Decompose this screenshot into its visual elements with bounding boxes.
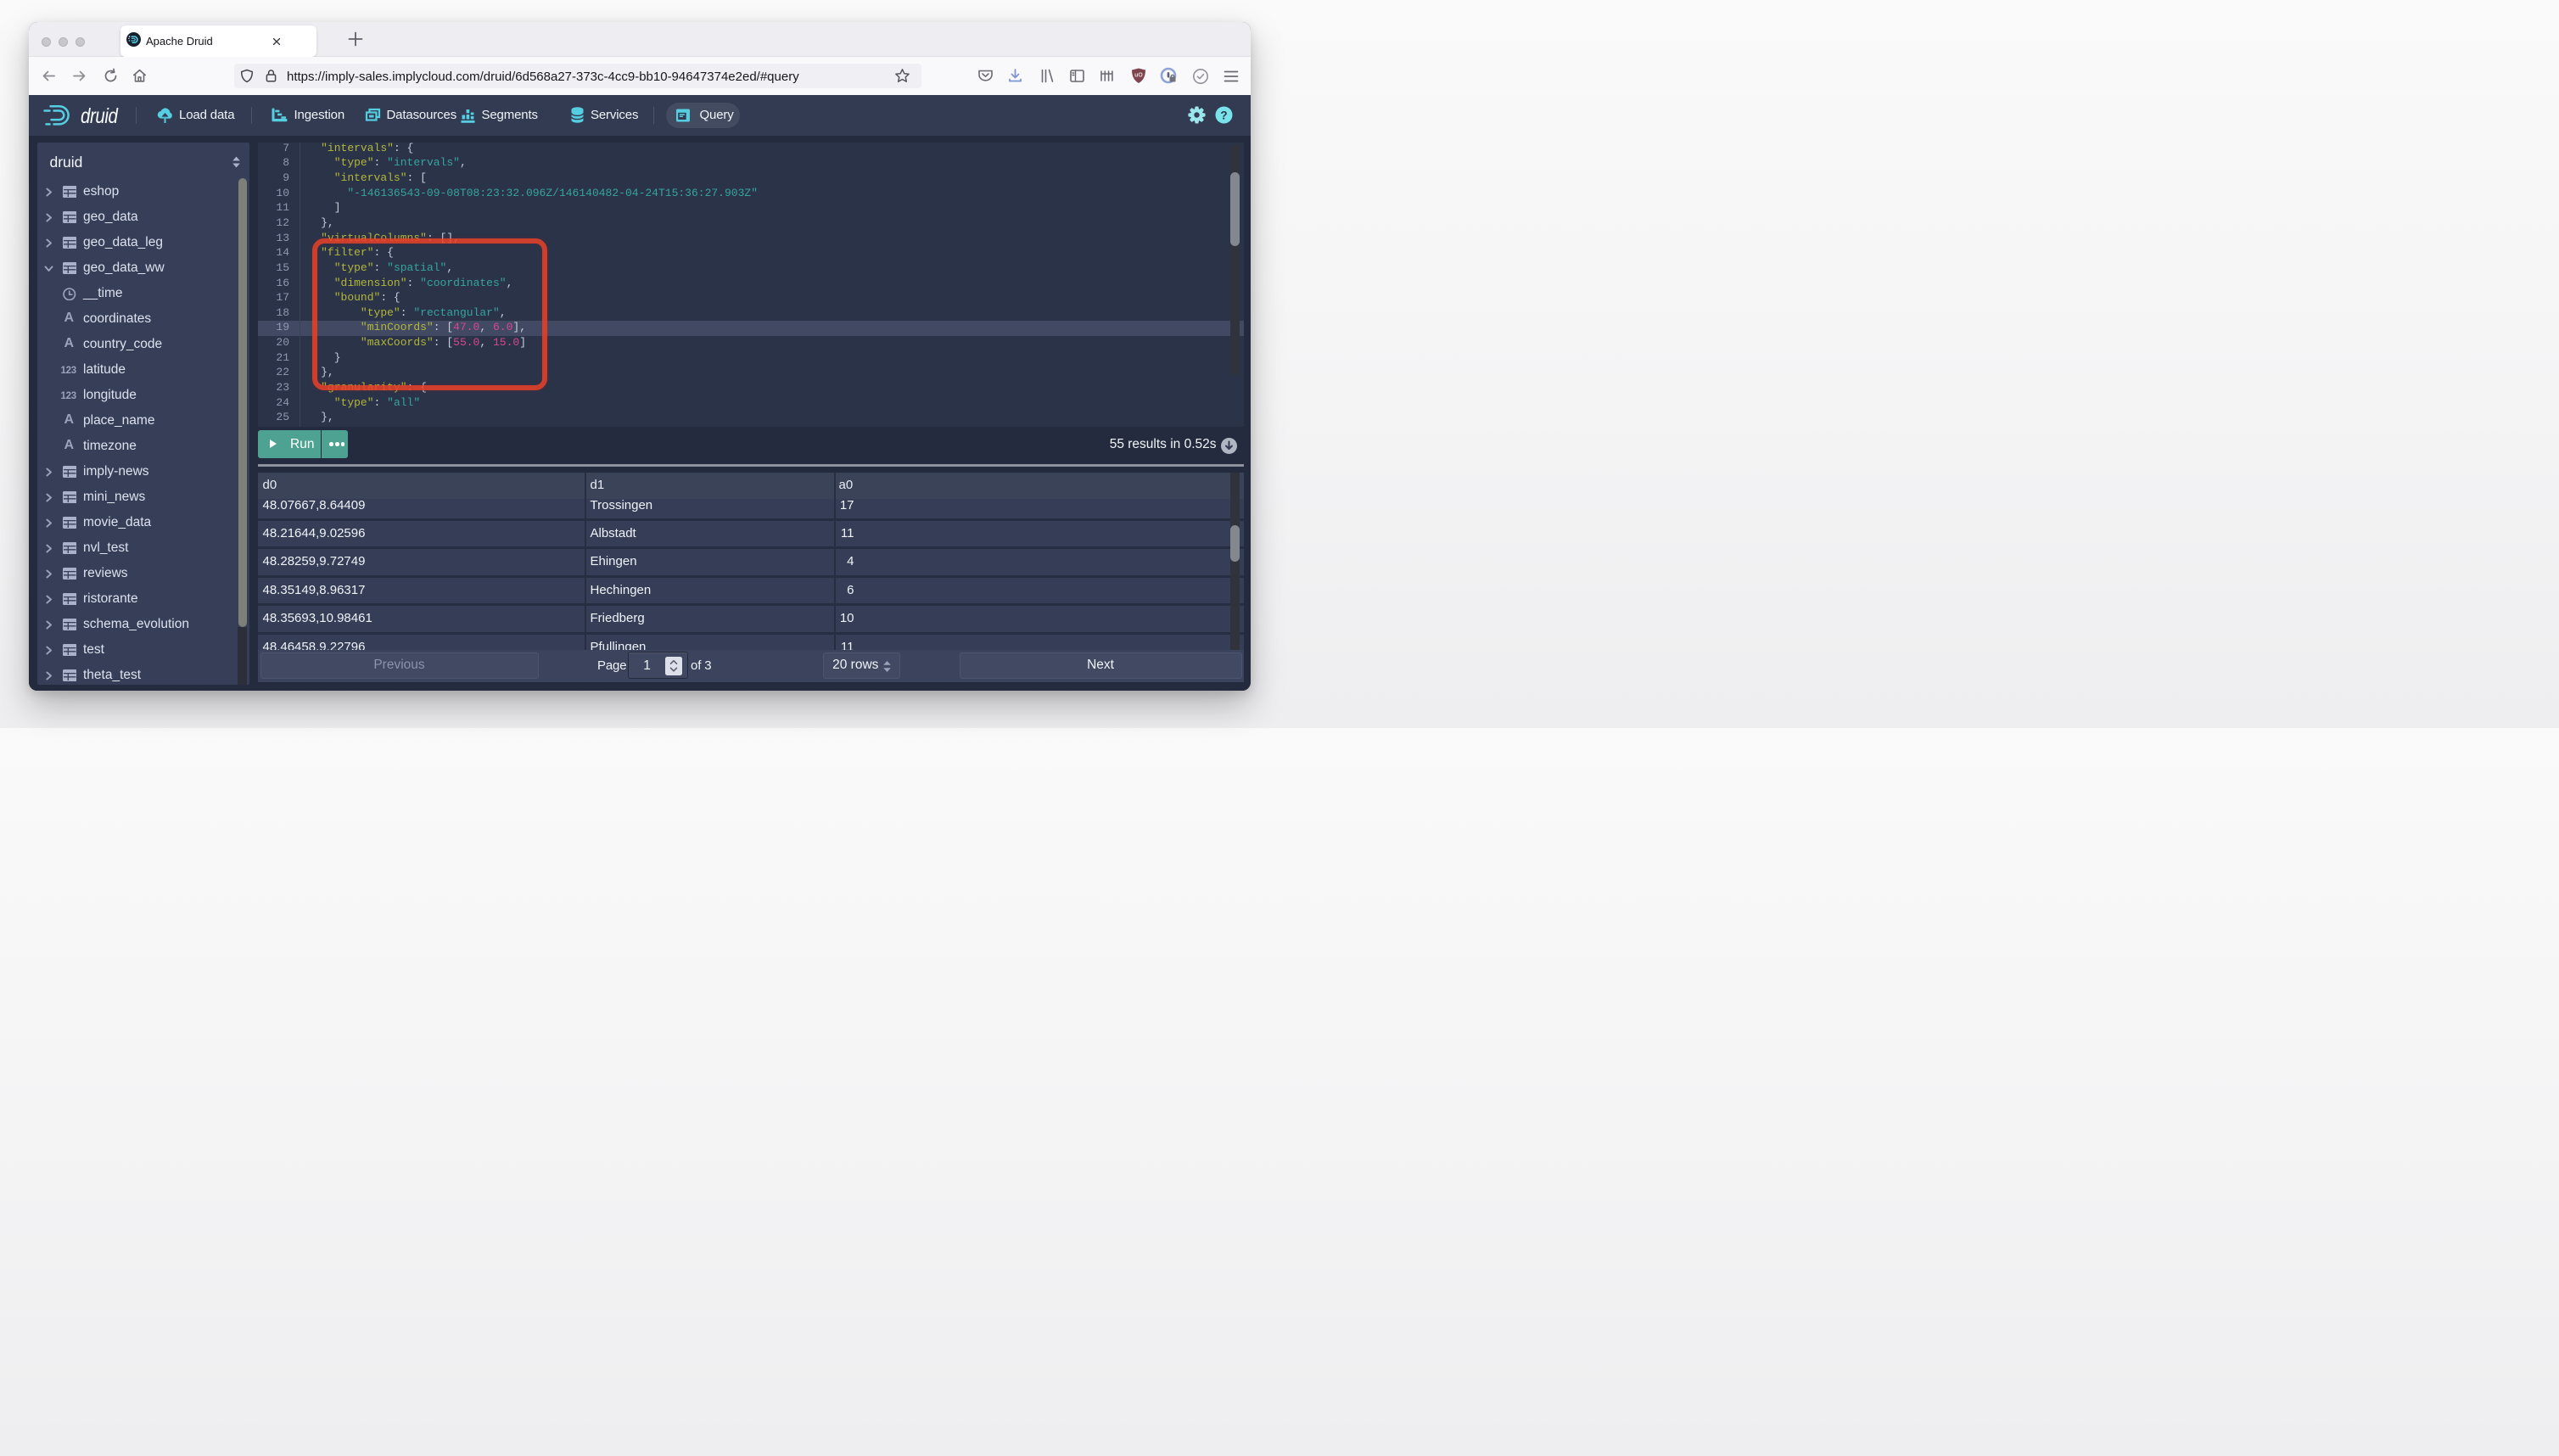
svg-text:?: ? <box>1220 109 1227 122</box>
svg-text:uO: uO <box>1134 73 1143 79</box>
